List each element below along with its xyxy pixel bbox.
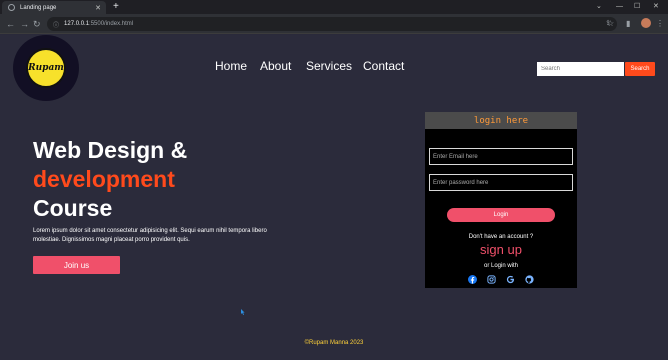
chevron-down-icon[interactable]: ⌄	[596, 0, 602, 14]
close-window-button[interactable]: ✕	[653, 0, 659, 14]
login-panel: login here Enter Email here Enter passwo…	[425, 112, 577, 288]
url-host: 127.0.0.1	[64, 21, 90, 27]
site-logo[interactable]: Rupam	[26, 48, 66, 88]
browser-tab[interactable]: Landing page ✕	[2, 1, 106, 14]
page-body: Rupam Home About Services Contact Search…	[0, 35, 668, 360]
nav-home[interactable]: Home	[215, 59, 247, 73]
github-icon[interactable]	[525, 275, 534, 284]
tab-title: Landing page	[20, 4, 57, 11]
maximize-button[interactable]: ☐	[634, 0, 640, 14]
facebook-icon[interactable]	[468, 275, 477, 284]
sidebar-icon[interactable]: ▮	[626, 18, 630, 30]
url-path: :5500/index.html	[89, 21, 134, 27]
info-icon[interactable]: ⓘ	[53, 20, 59, 29]
email-field[interactable]: Enter Email here	[429, 148, 573, 165]
reload-icon[interactable]: ↻	[33, 18, 41, 30]
logo-text: Rupam	[28, 63, 64, 73]
forward-icon[interactable]: →	[20, 18, 29, 30]
search-button[interactable]: Search	[625, 62, 655, 76]
no-account-text: Don't have an account ?	[468, 234, 534, 240]
social-login-row	[425, 275, 577, 284]
profile-avatar[interactable]	[641, 18, 651, 28]
hero-heading-line1: Web Design &	[33, 137, 188, 163]
browser-tab-bar: Landing page ✕ + ⌄ — ☐ ✕	[0, 0, 668, 14]
back-icon[interactable]: ←	[6, 18, 15, 30]
tab-close-icon[interactable]: ✕	[95, 4, 101, 12]
instagram-icon[interactable]	[487, 275, 496, 284]
menu-icon[interactable]: ⋮	[656, 18, 664, 30]
hero-heading-line2: development	[33, 166, 175, 192]
nav-about[interactable]: About	[260, 59, 291, 73]
hero-description: Lorem ipsum dolor sit amet consectetur a…	[33, 228, 267, 243]
signup-link[interactable]: sign up	[425, 242, 577, 257]
globe-icon	[8, 4, 15, 11]
nav-services[interactable]: Services	[306, 59, 352, 73]
google-icon[interactable]	[506, 275, 515, 284]
login-button[interactable]: Login	[447, 208, 555, 222]
new-tab-button[interactable]: +	[113, 0, 119, 14]
login-title: login here	[425, 112, 577, 129]
nav-contact[interactable]: Contact	[363, 59, 404, 73]
or-login-text: or Login with	[483, 263, 519, 269]
address-bar: ← → ↻ ⓘ 127.0.0.1 :5500/index.html ⇪ ☆ ▮…	[0, 14, 668, 34]
join-us-button[interactable]: Join us	[33, 256, 120, 274]
search-input[interactable]	[537, 62, 624, 76]
footer-copyright: ©Rupam Manna 2023	[304, 340, 364, 346]
url-field[interactable]: ⓘ 127.0.0.1 :5500/index.html ⇪	[47, 17, 617, 31]
minimize-button[interactable]: —	[616, 0, 623, 14]
hero-heading-line3: Course	[33, 195, 113, 221]
password-field[interactable]: Enter password here	[429, 174, 573, 191]
cursor-icon	[241, 309, 245, 315]
star-icon[interactable]: ☆	[607, 18, 614, 30]
